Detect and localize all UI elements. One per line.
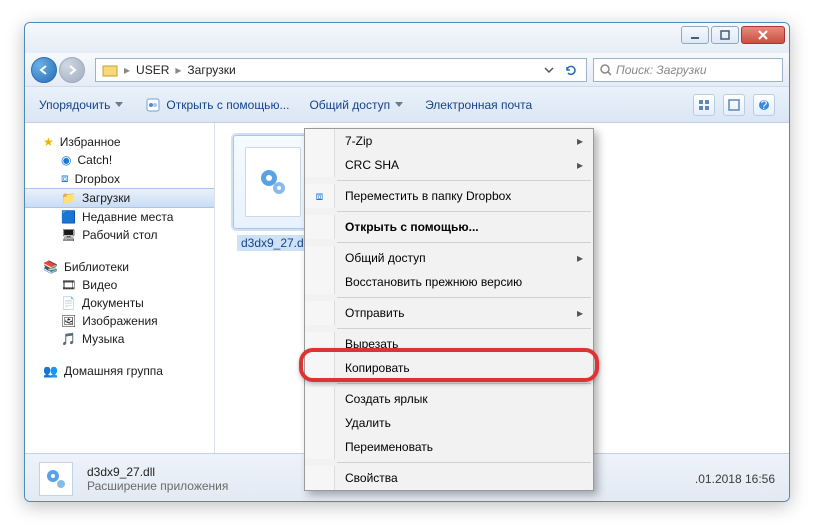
music-icon: 🎵 <box>61 332 76 346</box>
documents-icon: 📄 <box>61 296 76 310</box>
breadcrumb-folder[interactable]: Загрузки <box>187 63 235 77</box>
desktop-icon: 🖥 <box>61 228 76 242</box>
breadcrumb[interactable]: ▸ USER ▸ Загрузки <box>95 58 587 82</box>
libraries-icon: 📚 <box>43 260 58 274</box>
minimize-button[interactable] <box>681 26 709 44</box>
nav-bar: ▸ USER ▸ Загрузки Поиск: Загрузки <box>25 53 789 87</box>
breadcrumb-user[interactable]: USER <box>136 63 169 77</box>
chevron-right-icon: ▸ <box>124 63 130 77</box>
titlebar <box>25 23 789 53</box>
ctx-share[interactable]: Общий доступ▸ <box>305 246 593 270</box>
folder-icon <box>102 62 118 78</box>
chevron-down-icon <box>395 102 403 107</box>
recent-icon: 🟦 <box>61 210 76 224</box>
share-button[interactable]: Общий доступ <box>309 98 405 112</box>
folder-icon: 📁 <box>61 191 76 205</box>
ctx-restore[interactable]: Восстановить прежнюю версию <box>305 270 593 294</box>
dropdown-icon[interactable] <box>540 61 558 79</box>
star-icon: ★ <box>43 135 54 149</box>
search-input[interactable]: Поиск: Загрузки <box>593 58 783 82</box>
open-with-button[interactable]: Открыть с помощью... <box>145 97 289 113</box>
sidebar-item-recent[interactable]: 🟦Недавние места <box>25 208 214 226</box>
ctx-send-to[interactable]: Отправить▸ <box>305 301 593 325</box>
dropbox-icon: ⧈ <box>61 171 69 186</box>
chevron-down-icon <box>115 102 123 107</box>
ctx-create-shortcut[interactable]: Создать ярлык <box>305 387 593 411</box>
view-button[interactable] <box>693 94 715 116</box>
app-icon <box>145 97 161 113</box>
search-icon <box>600 64 612 76</box>
svg-text:?: ? <box>761 99 768 111</box>
status-filename: d3dx9_27.dll <box>87 465 228 479</box>
status-date-value: .01.2018 16:56 <box>695 472 775 486</box>
maximize-button[interactable] <box>711 26 739 44</box>
file-name: d3dx9_27.dll <box>237 235 313 251</box>
chevron-right-icon: ▸ <box>175 63 181 77</box>
ctx-rename[interactable]: Переименовать <box>305 435 593 459</box>
ctx-move-dropbox[interactable]: ⧈Переместить в папку Dropbox <box>305 184 593 208</box>
sidebar-item-video[interactable]: 🎞Видео <box>25 276 214 294</box>
sidebar-homegroup[interactable]: 👥Домашняя группа <box>25 362 214 380</box>
back-button[interactable] <box>31 57 57 83</box>
status-filetype: Расширение приложения <box>87 479 228 493</box>
sidebar-item-music[interactable]: 🎵Музыка <box>25 330 214 348</box>
copy-highlight <box>299 348 599 382</box>
close-button[interactable] <box>741 26 785 44</box>
context-menu: 7-Zip▸ CRC SHA▸ ⧈Переместить в папку Dro… <box>304 128 594 491</box>
file-thumbnail <box>233 135 313 229</box>
search-placeholder: Поиск: Загрузки <box>616 63 707 77</box>
help-button[interactable]: ? <box>753 94 775 116</box>
sidebar: ★Избранное ◉Catch! ⧈Dropbox 📁Загрузки 🟦Н… <box>25 123 215 453</box>
ctx-7zip[interactable]: 7-Zip▸ <box>305 129 593 153</box>
sidebar-item-images[interactable]: 🖼Изображения <box>25 312 214 330</box>
status-thumbnail <box>39 462 73 496</box>
catch-icon: ◉ <box>61 153 71 167</box>
sidebar-libraries[interactable]: 📚Библиотеки <box>25 258 214 276</box>
sidebar-item-dropbox[interactable]: ⧈Dropbox <box>25 169 214 188</box>
email-button[interactable]: Электронная почта <box>425 98 532 112</box>
gears-icon <box>257 166 289 198</box>
sidebar-item-downloads[interactable]: 📁Загрузки <box>25 188 214 208</box>
sidebar-item-catch[interactable]: ◉Catch! <box>25 151 214 169</box>
preview-button[interactable] <box>723 94 745 116</box>
sidebar-item-documents[interactable]: 📄Документы <box>25 294 214 312</box>
sidebar-item-desktop[interactable]: 🖥Рабочий стол <box>25 226 214 244</box>
toolbar: Упорядочить Открыть с помощью... Общий д… <box>25 87 789 123</box>
refresh-icon[interactable] <box>562 61 580 79</box>
forward-button[interactable] <box>59 57 85 83</box>
ctx-open-with[interactable]: Открыть с помощью... <box>305 215 593 239</box>
images-icon: 🖼 <box>61 314 76 328</box>
ctx-delete[interactable]: Удалить <box>305 411 593 435</box>
organize-button[interactable]: Упорядочить <box>39 98 125 112</box>
video-icon: 🎞 <box>61 278 76 292</box>
ctx-crc-sha[interactable]: CRC SHA▸ <box>305 153 593 177</box>
dropbox-icon: ⧈ <box>316 189 324 204</box>
sidebar-favorites[interactable]: ★Избранное <box>25 133 214 151</box>
ctx-properties[interactable]: Свойства <box>305 466 593 490</box>
homegroup-icon: 👥 <box>43 364 58 378</box>
